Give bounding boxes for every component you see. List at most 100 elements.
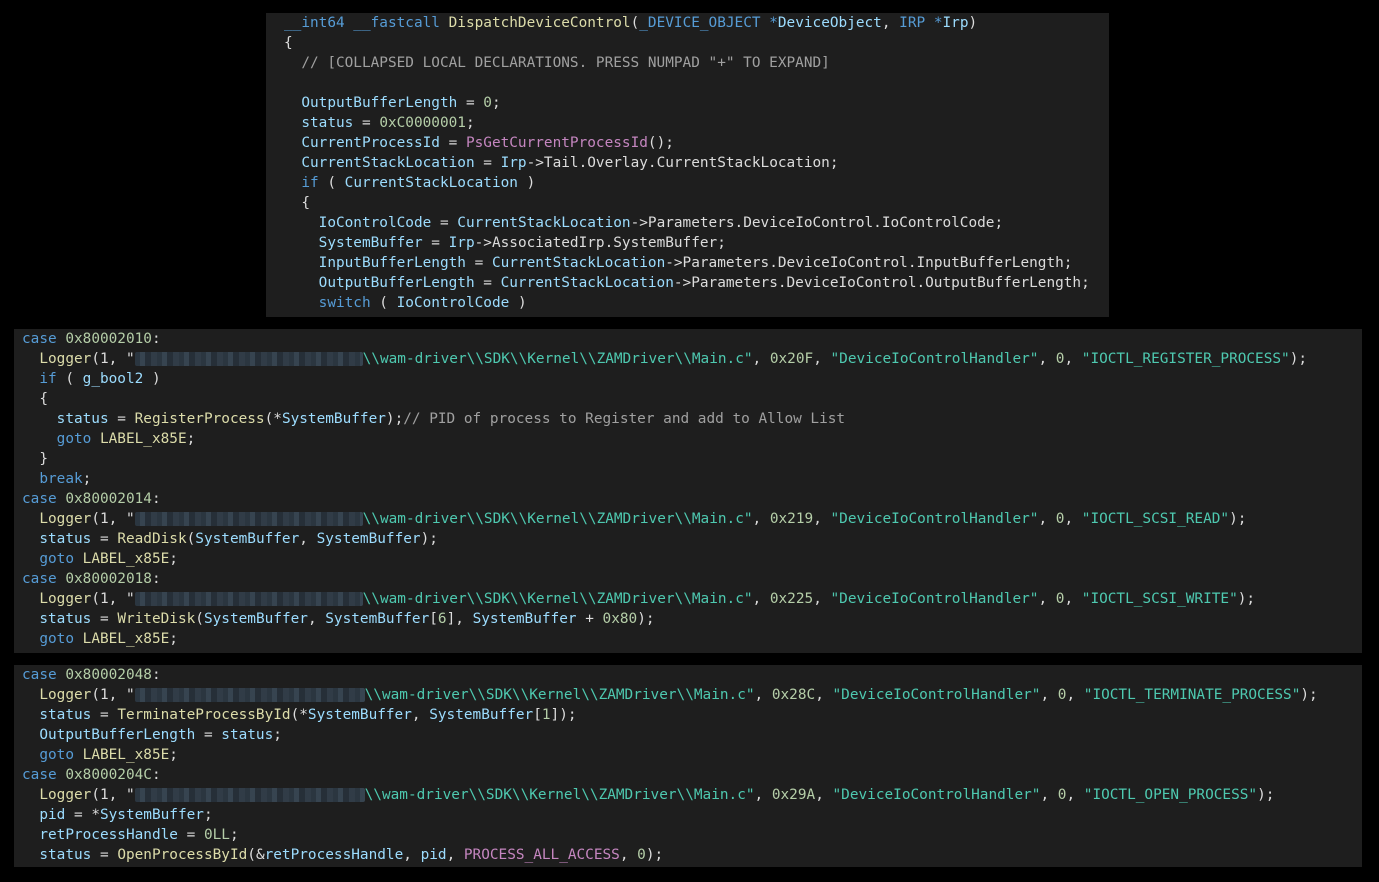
code-line: __int64 __fastcall DispatchDeviceControl…: [284, 13, 977, 33]
redacted-path-block: [134, 352, 363, 366]
code-token: SystemBuffer: [307, 707, 412, 723]
redacted-path-block: [134, 688, 365, 702]
code-line: CurrentStackLocation = Irp->Tail.Overlay…: [284, 153, 839, 173]
code-token: OutputBufferLength: [39, 727, 196, 743]
terminate-open-panel: case 0x80002048: Logger(1, " \\wam-driver…: [14, 665, 1362, 867]
code-line: OutputBufferLength = CurrentStackLocatio…: [284, 273, 1090, 293]
code-token: LABEL_x85E: [99, 431, 187, 447]
code-token: = *: [65, 807, 100, 823]
code-token: "IOCTL_SCSI_WRITE": [1081, 591, 1238, 607]
code-token: SystemBuffer: [195, 531, 300, 547]
code-token: Logger: [39, 351, 92, 367]
code-token: __int64 __fastcall: [284, 15, 449, 31]
code-token: (*: [264, 411, 282, 427]
code-token: status: [39, 847, 92, 863]
code-token: 0x219: [769, 511, 814, 527]
code-token: "DeviceIoControlHandler": [832, 687, 1041, 703]
code-token: pid: [39, 807, 66, 823]
code-token: case: [22, 331, 66, 347]
code-token: \\wam-driver\\SDK\\Kernel\\ZAMDriver\\Ma…: [362, 591, 744, 607]
code-token: \\wam-driver\\SDK\\Kernel\\ZAMDriver\\Ma…: [362, 351, 744, 367]
code-token: case: [22, 767, 66, 783]
code-token: 6: [437, 611, 447, 627]
code-token: 0x80002018: [65, 571, 152, 587]
code-token: ReadDisk: [117, 531, 187, 547]
code-token: ): [509, 295, 527, 311]
code-token: =: [91, 611, 118, 627]
code-token: {: [284, 195, 310, 211]
code-token: =: [465, 255, 492, 271]
code-token: ,: [752, 351, 770, 367]
code-token: (1, ": [91, 591, 135, 607]
code-token: ,: [752, 511, 770, 527]
code-line: status = ReadDisk(SystemBuffer, SystemBu…: [22, 529, 438, 549]
code-token: SystemBuffer: [316, 531, 421, 547]
code-token: goto: [39, 551, 83, 567]
code-line: switch ( IoControlCode ): [284, 293, 527, 313]
code-token: 0x20F: [769, 351, 814, 367]
code-token: // PID of process to Register and add to…: [403, 411, 846, 427]
code-token: IoControlCode: [318, 215, 432, 231]
code-line: case 0x80002048:: [22, 665, 161, 685]
code-token: status: [56, 411, 109, 427]
code-token: CurrentProcessId: [301, 135, 440, 151]
code-token: ]);: [550, 707, 577, 723]
code-token: SystemBuffer: [203, 611, 308, 627]
code-token: :: [151, 331, 161, 347]
code-line: Logger(1, " \\wam-driver\\SDK\\Kernel\\ZA…: [22, 785, 1274, 805]
code-token: );: [1300, 687, 1318, 703]
code-token: =: [474, 275, 501, 291]
code-token: ,: [815, 687, 833, 703]
code-token: [: [429, 611, 438, 627]
code-token: 0x8000204C: [65, 767, 152, 783]
code-line: break;: [22, 469, 91, 489]
code-token: (: [195, 611, 204, 627]
redacted-path-block: [134, 788, 365, 802]
code-token: ): [143, 371, 161, 387]
redacted-path-block: [134, 592, 363, 606]
code-token: WriteDisk: [117, 611, 196, 627]
code-token: Logger: [39, 511, 92, 527]
code-token: ,: [813, 591, 831, 607]
code-token: Irp: [500, 155, 527, 171]
code-token: ": [745, 787, 755, 803]
code-token: +: [576, 611, 603, 627]
code-token: 0LL: [203, 827, 230, 843]
code-token: ->Tail.Overlay.CurrentStackLocation;: [526, 155, 839, 171]
code-token: );: [645, 847, 664, 863]
code-token: // [COLLAPSED LOCAL DECLARATIONS. PRESS …: [284, 55, 830, 71]
code-token: ,: [1040, 687, 1058, 703]
code-token: );: [637, 611, 655, 627]
code-token: "IOCTL_SCSI_READ": [1081, 511, 1230, 527]
code-token: ,: [411, 707, 430, 723]
code-token: ,: [1066, 687, 1084, 703]
code-token: ,: [754, 787, 772, 803]
code-token: ,: [1064, 591, 1082, 607]
code-line: OutputBufferLength = 0;: [284, 93, 500, 113]
code-token: 0: [483, 95, 492, 111]
code-token: ": [743, 511, 753, 527]
code-token: break: [39, 471, 83, 487]
code-token: ,: [1066, 787, 1084, 803]
code-line: Logger(1, " \\wam-driver\\SDK\\Kernel\\ZA…: [22, 349, 1307, 369]
code-token: PROCESS_ALL_ACCESS: [463, 847, 620, 863]
code-token: SystemBuffer: [281, 411, 386, 427]
code-token: (: [318, 175, 345, 191]
code-line: OutputBufferLength = status;: [22, 725, 282, 745]
code-token: DeviceObject: [777, 15, 882, 31]
code-token: =: [439, 135, 466, 151]
code-token: ": [743, 591, 753, 607]
code-token: goto: [39, 747, 83, 763]
code-token: ,: [619, 847, 638, 863]
code-token: =: [108, 411, 135, 427]
